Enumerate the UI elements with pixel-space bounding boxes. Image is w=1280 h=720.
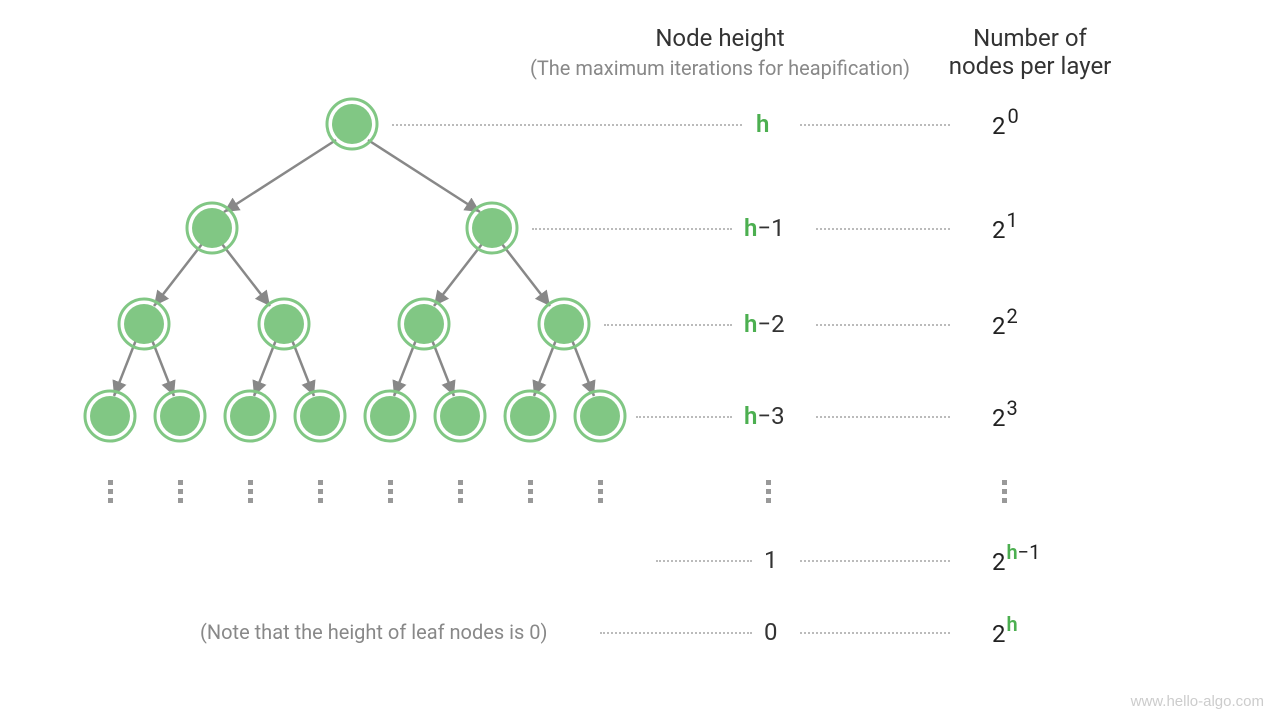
count-label: 20: [992, 106, 1019, 140]
tree-node: [365, 391, 415, 441]
vertical-ellipsis-icon: [766, 480, 771, 503]
heap-tree: [40, 80, 680, 520]
count-label: 2h: [992, 614, 1018, 648]
vertical-ellipsis-icon: [108, 480, 113, 503]
watermark: www.hello-algo.com: [1131, 693, 1264, 710]
count-label: 22: [992, 306, 1018, 340]
count-label: 2h−1: [992, 542, 1040, 576]
tree-node: [295, 391, 345, 441]
vertical-ellipsis-icon: [1002, 480, 1007, 503]
connector-line: [656, 560, 752, 562]
nodes-per-layer-header-l1: Number of: [910, 24, 1150, 52]
connector-line: [816, 324, 950, 326]
node-height-header: Node height: [600, 24, 840, 52]
tree-node: [539, 299, 589, 349]
tree-node: [155, 391, 205, 441]
nodes-per-layer-header-l2: nodes per layer: [910, 52, 1150, 80]
tree-node: [85, 391, 135, 441]
height-label: h: [756, 110, 769, 138]
tree-node: [327, 99, 377, 149]
tree-node: [575, 391, 625, 441]
count-label: 21: [992, 210, 1018, 244]
height-label: h−1: [744, 214, 785, 242]
connector-line: [800, 560, 950, 562]
tree-node: [225, 391, 275, 441]
count-label: 23: [992, 398, 1018, 432]
vertical-ellipsis-icon: [178, 480, 183, 503]
height-label: 0: [764, 618, 778, 646]
tree-node: [119, 299, 169, 349]
height-label: h−3: [744, 402, 785, 430]
connector-line: [392, 124, 742, 126]
connector-line: [800, 124, 950, 126]
connector-line: [604, 324, 732, 326]
tree-node: [259, 299, 309, 349]
connector-line: [800, 632, 950, 634]
vertical-ellipsis-icon: [318, 480, 323, 503]
height-label: h−2: [744, 310, 785, 338]
leaf-height-note: (Note that the height of leaf nodes is 0…: [200, 620, 547, 644]
tree-node: [467, 203, 517, 253]
connector-line: [816, 228, 950, 230]
connector-line: [600, 632, 752, 634]
vertical-ellipsis-icon: [388, 480, 393, 503]
node-height-subheader: (The maximum iterations for heapificatio…: [490, 56, 950, 80]
connector-line: [636, 416, 732, 418]
vertical-ellipsis-icon: [248, 480, 253, 503]
height-label: 1: [764, 546, 778, 574]
tree-node: [435, 391, 485, 441]
vertical-ellipsis-icon: [528, 480, 533, 503]
tree-node: [187, 203, 237, 253]
vertical-ellipsis-icon: [458, 480, 463, 503]
tree-node: [399, 299, 449, 349]
connector-line: [816, 416, 950, 418]
connector-line: [532, 228, 732, 230]
tree-node: [505, 391, 555, 441]
vertical-ellipsis-icon: [598, 480, 603, 503]
